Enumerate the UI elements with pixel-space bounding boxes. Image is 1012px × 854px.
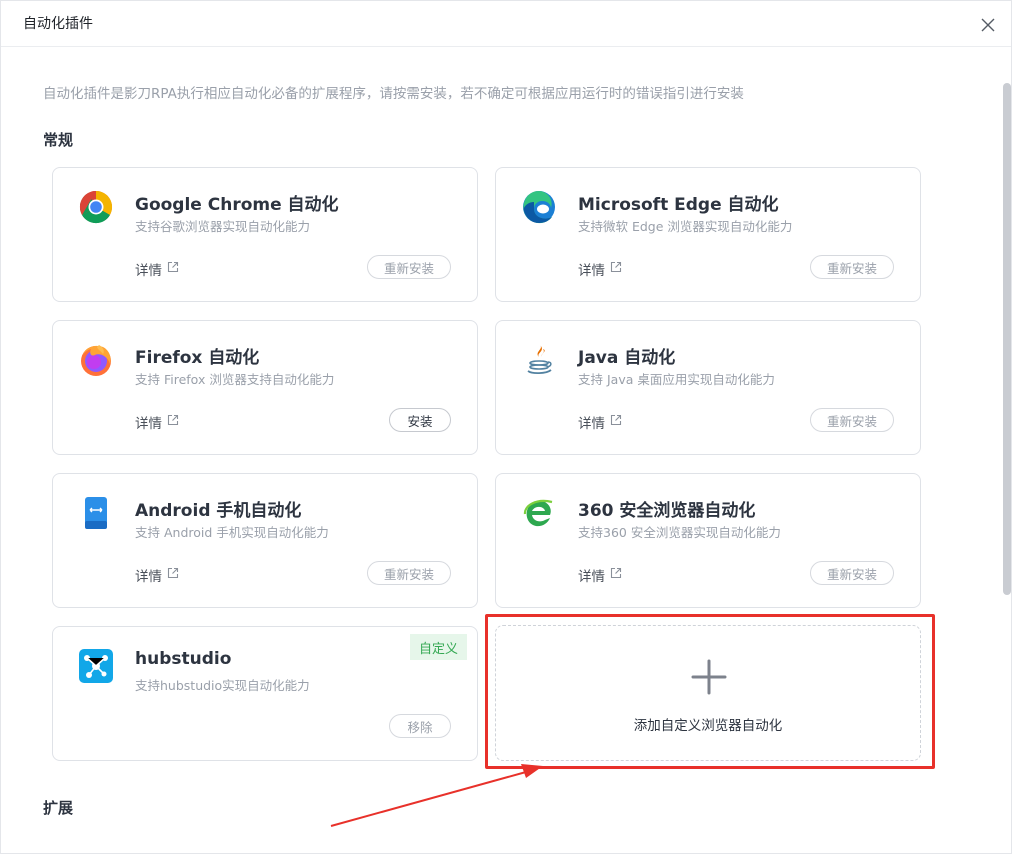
plugin-title: hubstudio xyxy=(135,649,232,669)
reinstall-button[interactable]: 重新安装 xyxy=(809,561,894,585)
plugin-desc: 支持 Java 桌面应用实现自动化能力 xyxy=(578,372,775,387)
section-title-extension: 扩展 xyxy=(43,799,74,817)
dialog-header: 自动化插件 xyxy=(1,1,1011,47)
remove-button[interactable]: 移除 xyxy=(389,714,451,738)
detail-label: 详情 xyxy=(135,416,162,432)
external-link-icon xyxy=(609,566,623,584)
plugin-title: Microsoft Edge 自动化 xyxy=(578,195,779,215)
external-link-icon xyxy=(609,260,623,278)
plugin-title: Firefox 自动化 xyxy=(135,348,260,368)
reinstall-button[interactable]: 重新安装 xyxy=(809,408,894,432)
detail-label: 详情 xyxy=(135,569,162,585)
dialog-title: 自动化插件 xyxy=(23,16,93,32)
edge-icon xyxy=(522,190,556,224)
plugin-title: Google Chrome 自动化 xyxy=(135,195,339,215)
plugin-dialog: 自动化插件 自动化插件是影刀RPA执行相应自动化必备的扩展程序，请按需安装，若不… xyxy=(0,0,1012,854)
hubstudio-icon xyxy=(79,649,113,683)
android-icon xyxy=(79,496,113,530)
plugin-card-java: Java 自动化 支持 Java 桌面应用实现自动化能力 详情 重新安装 xyxy=(495,320,921,455)
plugin-desc: 支持 Android 手机实现自动化能力 xyxy=(135,525,329,540)
plugin-card-chrome: Google Chrome 自动化 支持谷歌浏览器实现自动化能力 详情 重新安装 xyxy=(52,167,478,302)
plugin-card-hubstudio: 自定义 hubstudio 支持hubstudio实现自动化能力 移除 xyxy=(52,626,478,761)
detail-label: 详情 xyxy=(578,263,605,279)
install-button[interactable]: 安装 xyxy=(389,408,451,432)
plugin-card-firefox: Firefox 自动化 支持 Firefox 浏览器支持自动化能力 详情 安装 xyxy=(52,320,478,455)
external-link-icon xyxy=(166,413,180,431)
detail-link[interactable]: 详情 xyxy=(578,412,623,432)
firefox-icon xyxy=(79,343,113,377)
plugin-title: 360 安全浏览器自动化 xyxy=(578,501,756,521)
plugin-desc: 支持微软 Edge 浏览器实现自动化能力 xyxy=(578,219,793,234)
detail-link[interactable]: 详情 xyxy=(135,412,180,432)
add-custom-label: 添加自定义浏览器自动化 xyxy=(633,718,783,734)
java-icon xyxy=(522,343,556,377)
plugin-desc: 支持hubstudio实现自动化能力 xyxy=(135,678,310,693)
plugin-title: Java 自动化 xyxy=(578,348,676,368)
plugin-desc: 支持360 安全浏览器实现自动化能力 xyxy=(578,525,781,540)
reinstall-button[interactable]: 重新安装 xyxy=(366,255,451,279)
detail-label: 详情 xyxy=(135,263,162,279)
custom-tag: 自定义 xyxy=(409,634,467,660)
plugin-desc: 支持 Firefox 浏览器支持自动化能力 xyxy=(135,372,335,387)
plugin-card-android: Android 手机自动化 支持 Android 手机实现自动化能力 详情 重新… xyxy=(52,473,478,608)
detail-label: 详情 xyxy=(578,416,605,432)
reinstall-button[interactable]: 重新安装 xyxy=(809,255,894,279)
360-browser-icon xyxy=(522,496,556,530)
add-custom-browser-card[interactable]: 添加自定义浏览器自动化 xyxy=(495,625,921,761)
external-link-icon xyxy=(609,413,623,431)
close-icon[interactable] xyxy=(977,14,999,36)
section-title-general: 常规 xyxy=(43,131,74,149)
plugin-desc: 支持谷歌浏览器实现自动化能力 xyxy=(135,219,311,234)
detail-link[interactable]: 详情 xyxy=(578,565,623,585)
detail-link[interactable]: 详情 xyxy=(135,259,180,279)
plugin-card-360: 360 安全浏览器自动化 支持360 安全浏览器实现自动化能力 详情 重新安装 xyxy=(495,473,921,608)
external-link-icon xyxy=(166,260,180,278)
chrome-icon xyxy=(79,190,113,224)
plugin-card-edge: Microsoft Edge 自动化 支持微软 Edge 浏览器实现自动化能力 … xyxy=(495,167,921,302)
scrollbar-thumb[interactable] xyxy=(1003,83,1011,595)
detail-label: 详情 xyxy=(578,569,605,585)
plus-icon xyxy=(690,658,728,696)
detail-link[interactable]: 详情 xyxy=(135,565,180,585)
detail-link[interactable]: 详情 xyxy=(578,259,623,279)
external-link-icon xyxy=(166,566,180,584)
reinstall-button[interactable]: 重新安装 xyxy=(366,561,451,585)
plugin-description: 自动化插件是影刀RPA执行相应自动化必备的扩展程序，请按需安装，若不确定可根据应… xyxy=(43,86,744,102)
plugin-title: Android 手机自动化 xyxy=(135,501,302,521)
